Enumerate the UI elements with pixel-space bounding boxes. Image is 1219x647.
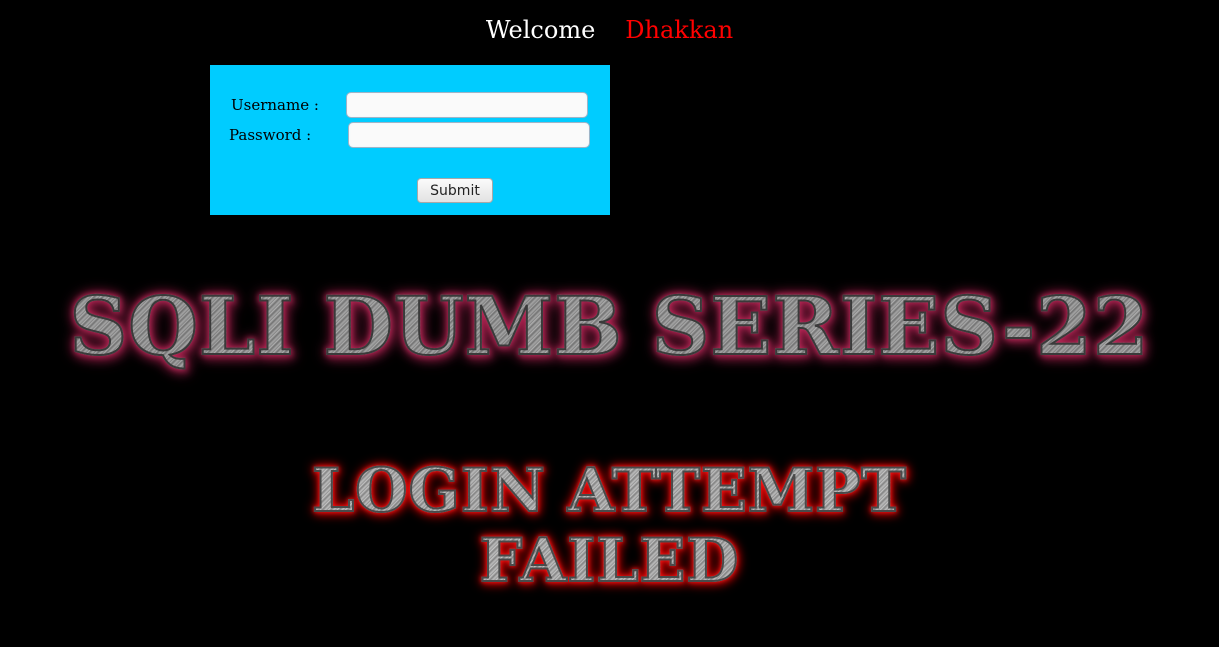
login-failed-banner: LOGIN ATTEMPT FAILED <box>0 455 1219 597</box>
password-label: Password : <box>229 126 312 144</box>
series-title-banner: SQLI DUMB SERIES-22 <box>0 278 1219 374</box>
user-name: Dhakkan <box>625 16 734 44</box>
welcome-text: Welcome <box>485 16 596 44</box>
page: Welcome Dhakkan Username : Password : Sub… <box>0 0 1219 647</box>
password-input[interactable] <box>348 122 590 148</box>
welcome-banner: Welcome Dhakkan <box>0 14 1219 46</box>
username-label: Username : <box>231 96 319 114</box>
login-failed-line-1: LOGIN ATTEMPT <box>311 455 907 527</box>
login-form: Username : Password : Submit <box>210 65 610 215</box>
login-failed-line-2: FAILED <box>479 525 740 597</box>
username-input[interactable] <box>346 92 588 118</box>
submit-button[interactable]: Submit <box>417 178 493 203</box>
